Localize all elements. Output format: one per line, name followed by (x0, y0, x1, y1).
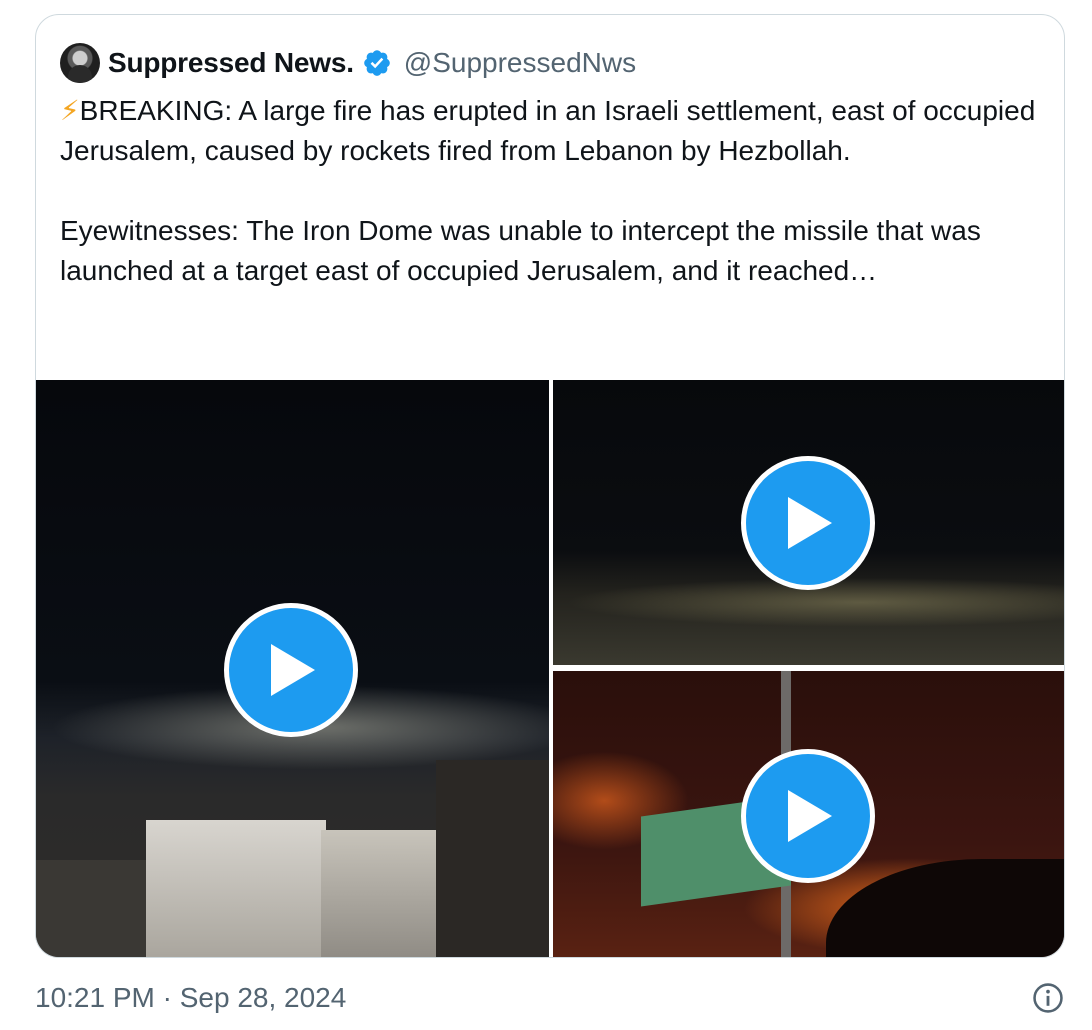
info-icon[interactable] (1031, 981, 1065, 1015)
timestamp-link[interactable]: 10:21 PM · Sep 28, 2024 (35, 982, 346, 1014)
night-city-video[interactable] (36, 380, 549, 957)
tweet-footer: 10:21 PM · Sep 28, 2024 (35, 978, 1065, 1018)
tweet-paragraph-1: ⚡BREAKING: A large fire has erupted in a… (60, 91, 1050, 171)
author-name[interactable]: Suppressed News. (108, 47, 354, 79)
play-icon[interactable] (741, 749, 875, 883)
verified-badge-icon (362, 48, 392, 78)
tweet-embed-page: Suppressed News. @SuppressedNws ⚡BREAKIN… (0, 0, 1092, 1030)
author-handle[interactable]: @SuppressedNws (404, 47, 636, 79)
tweet-card[interactable]: Suppressed News. @SuppressedNws ⚡BREAKIN… (35, 14, 1065, 958)
play-icon[interactable] (741, 456, 875, 590)
hill-shape (826, 859, 1064, 957)
building-shape (436, 760, 549, 957)
media-grid (36, 380, 1064, 957)
tweet-paragraph-1-text: BREAKING: A large fire has erupted in an… (60, 95, 1036, 166)
lightning-emoji: ⚡ (60, 95, 80, 126)
building-shape (36, 860, 151, 957)
tweet-text: ⚡BREAKING: A large fire has erupted in a… (60, 91, 1050, 291)
play-icon[interactable] (224, 603, 358, 737)
tweet-header: Suppressed News. @SuppressedNws (60, 41, 636, 85)
fire-flag-video[interactable] (553, 671, 1064, 957)
building-shape (146, 820, 326, 957)
night-lights-video[interactable] (553, 380, 1064, 665)
tweet-paragraph-2: Eyewitnesses: The Iron Dome was unable t… (60, 215, 981, 286)
avatar[interactable] (60, 43, 100, 83)
